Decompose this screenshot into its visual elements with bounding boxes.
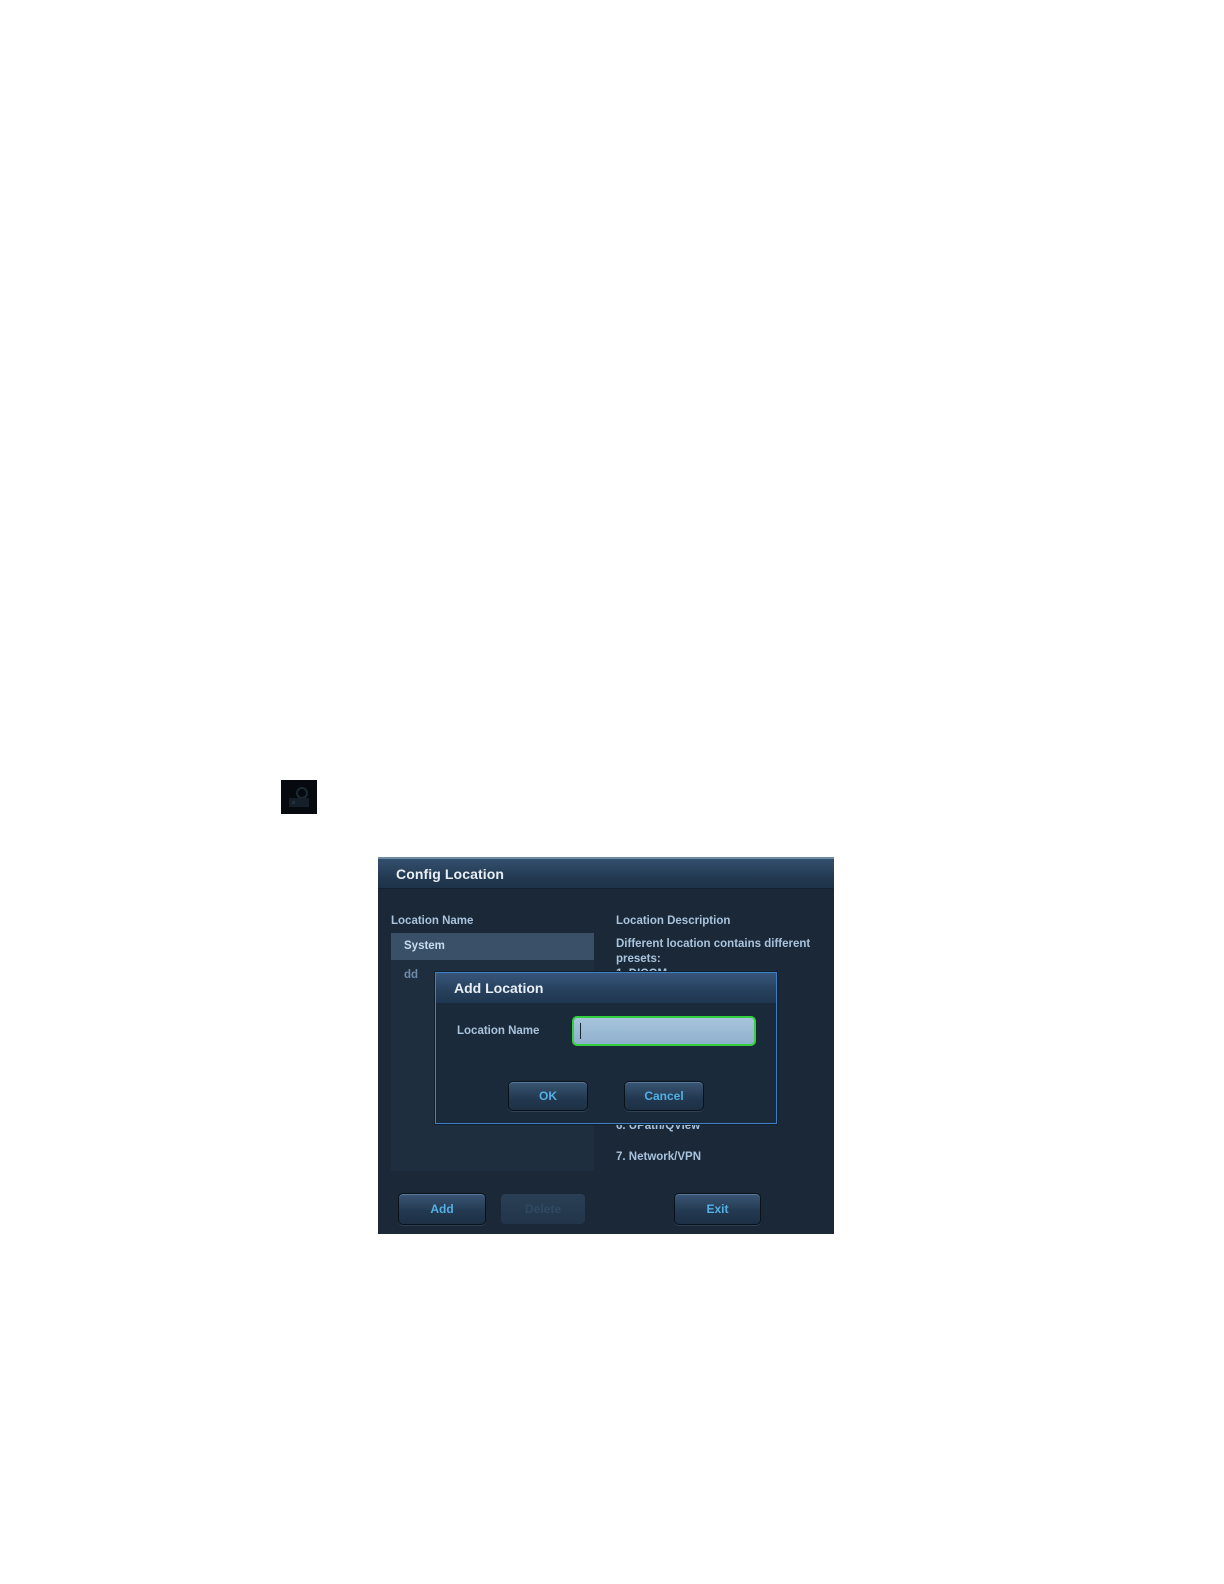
location-description-item-7: 7. Network/VPN [616,1151,701,1163]
add-location-title-bar: Add Location [436,973,776,1003]
add-button[interactable]: Add [398,1193,486,1225]
ok-button[interactable]: OK [508,1081,588,1111]
cancel-button[interactable]: Cancel [624,1081,704,1111]
add-location-title: Add Location [454,980,544,996]
delete-button[interactable]: Delete [500,1193,586,1225]
location-item-system[interactable]: System [391,933,594,960]
location-description-header: Location Description [616,915,731,927]
location-description-intro: Different location contains different pr… [616,938,811,965]
exit-button[interactable]: Exit [674,1193,761,1225]
hardware-key-icon [281,780,317,814]
location-name-input[interactable] [572,1016,756,1046]
location-name-header: Location Name [391,915,474,927]
config-location-title-bar: Config Location [378,859,834,889]
location-name-label: Location Name [457,1025,540,1037]
add-location-dialog: Add Location Location Name OK Cancel [435,972,777,1124]
text-cursor [580,1023,581,1039]
config-location-title: Config Location [396,866,505,882]
